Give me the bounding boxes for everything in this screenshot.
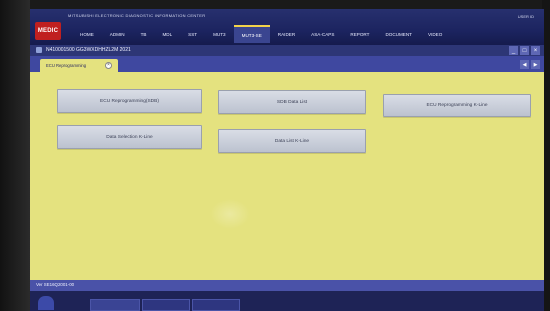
taskbar-item[interactable] [90, 299, 140, 311]
screen-glare [210, 199, 250, 229]
main-navigation: HOME ADMIN TB MDL SST MUT3 MUT3-SE RAIDE… [72, 25, 450, 43]
medic-logo: MEDIC [35, 22, 61, 40]
nav-mdl[interactable]: MDL [154, 25, 180, 43]
nav-report[interactable]: REPORT [342, 25, 377, 43]
status-bar: Ver SE16Q2001-00 [30, 280, 544, 291]
nav-asa-caps[interactable]: ASA-CAPS [303, 25, 342, 43]
taskbar-item[interactable] [142, 299, 190, 311]
close-window-button[interactable]: × [531, 46, 540, 55]
taskbar [30, 291, 544, 311]
application-screen: MEDIC MITSUBISHI ELECTRONIC DIAGNOSTIC I… [30, 9, 544, 311]
vehicle-icon [36, 47, 42, 53]
taskbar-item[interactable] [192, 299, 240, 311]
tab-scroll-controls: ◀ ▶ [520, 60, 540, 69]
nav-document[interactable]: DOCUMENT [377, 25, 420, 43]
nav-raider[interactable]: RAIDER [270, 25, 303, 43]
ecu-reprogramming-k-line-button[interactable]: ECU Reprogramming K-Line [383, 94, 531, 117]
tab-label: ECU Reprogramming [46, 63, 87, 68]
monitor-bezel-left [0, 0, 30, 311]
version-text: Ver SE16Q2001-00 [36, 282, 75, 287]
nav-admin[interactable]: ADMIN [102, 25, 133, 43]
sdb-data-list-button[interactable]: SDB Data List [218, 90, 366, 114]
nav-sst[interactable]: SST [180, 25, 205, 43]
nav-home[interactable]: HOME [72, 25, 102, 43]
minimize-button[interactable]: _ [509, 46, 518, 55]
ecu-reprogramming-sdb-button[interactable]: ECU Reprogramming(SDB) [57, 89, 202, 113]
window-controls: _ □ × [509, 46, 540, 55]
header-bar: MEDIC MITSUBISHI ELECTRONIC DIAGNOSTIC I… [30, 9, 544, 45]
start-button[interactable] [38, 296, 54, 310]
tab-close-icon[interactable]: × [105, 62, 112, 69]
tab-ecu-reprogramming[interactable]: ECU Reprogramming × [40, 59, 118, 72]
nav-tb[interactable]: TB [133, 25, 155, 43]
nav-mut3[interactable]: MUT3 [205, 25, 234, 43]
data-list-k-line-button[interactable]: Data List K-Line [218, 129, 366, 153]
vehicle-id: N410001500 GG3WXDHHZL2M 2021 [46, 47, 131, 53]
app-title: MITSUBISHI ELECTRONIC DIAGNOSTIC INFORMA… [68, 13, 206, 18]
maximize-button[interactable]: □ [520, 46, 529, 55]
tab-bar: ECU Reprogramming × ◀ ▶ [30, 56, 544, 72]
data-selection-k-line-button[interactable]: Data Selection K-Line [57, 125, 202, 149]
photo-frame: MEDIC MITSUBISHI ELECTRONIC DIAGNOSTIC I… [0, 0, 550, 311]
vehicle-info-bar: N410001500 GG3WXDHHZL2M 2021 _ □ × [30, 45, 544, 56]
nav-video[interactable]: VIDEO [420, 25, 450, 43]
logo-text: MEDIC [37, 28, 59, 34]
user-info: USER ID [517, 14, 534, 19]
tab-scroll-right-icon[interactable]: ▶ [531, 60, 540, 69]
tab-scroll-left-icon[interactable]: ◀ [520, 60, 529, 69]
nav-mut3-se[interactable]: MUT3-SE [233, 25, 270, 43]
